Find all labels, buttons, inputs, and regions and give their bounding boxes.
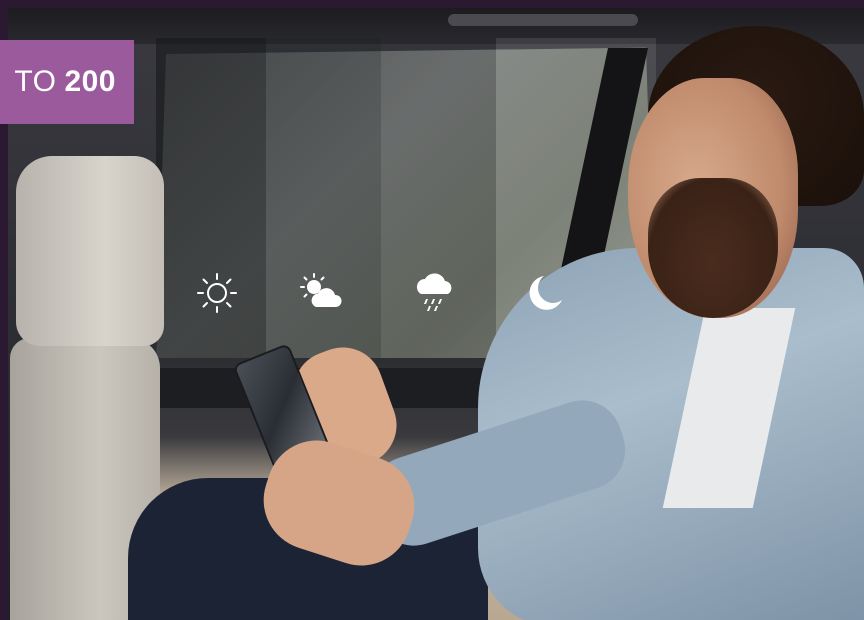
rain-cloud-icon	[412, 270, 458, 316]
cloud-sun-icon	[298, 270, 344, 316]
promo-number: 200	[64, 65, 116, 98]
promo-lead-text: TO	[14, 65, 57, 98]
seat-headrest	[16, 156, 164, 346]
sun-icon	[194, 270, 240, 316]
moon-icon	[522, 270, 568, 316]
car-interior-photo	[8, 8, 864, 620]
passenger-beard	[648, 178, 778, 318]
image-frame: TO 200	[0, 0, 864, 620]
promo-banner: TO 200	[0, 40, 134, 124]
weather-icons-row	[158, 270, 598, 326]
roof-handle	[448, 14, 638, 26]
